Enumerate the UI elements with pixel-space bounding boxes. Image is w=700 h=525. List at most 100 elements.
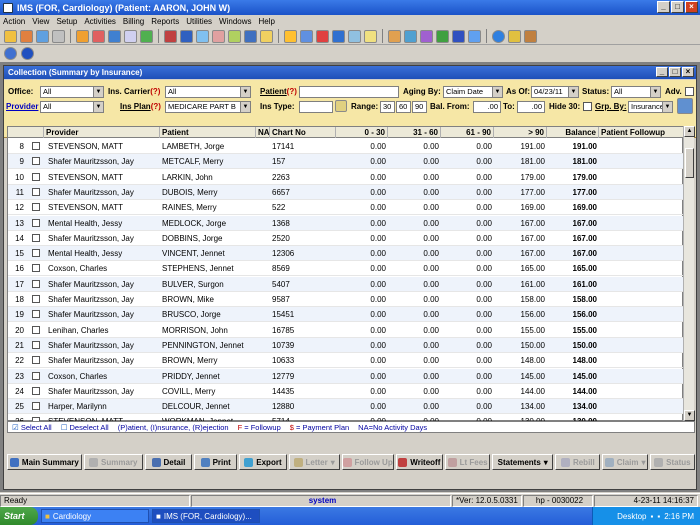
menu-activities[interactable]: Activities bbox=[84, 17, 116, 26]
report-icon[interactable] bbox=[284, 29, 297, 43]
statements-button[interactable]: Statements ▾ bbox=[492, 454, 554, 470]
search-icon[interactable] bbox=[36, 29, 49, 43]
provider-select[interactable]: All ▼ bbox=[40, 101, 104, 113]
table-row[interactable]: 18 Shafer Mauritzsson, Jay BROWN, Mike 9587… bbox=[8, 292, 684, 307]
status-button[interactable]: Status bbox=[649, 454, 696, 470]
deselect-all-link[interactable]: ☐ Deselect All bbox=[61, 423, 109, 432]
bal-to-input[interactable]: .00 bbox=[517, 101, 545, 113]
row-checkbox[interactable] bbox=[32, 203, 40, 212]
select-all-link[interactable]: ☑ Select All bbox=[12, 423, 52, 432]
table-row[interactable]: 23 Coxson, Charles PRIDDY, Jennet 12779 0.00… bbox=[8, 368, 684, 384]
print-button[interactable]: Print bbox=[194, 454, 238, 470]
range-3-input[interactable]: 90 bbox=[412, 101, 427, 113]
import-icon[interactable] bbox=[404, 29, 417, 43]
eligibility-icon[interactable] bbox=[244, 29, 257, 43]
letter-button[interactable]: Letter ▾ bbox=[288, 454, 340, 470]
status-select[interactable]: All ▼ bbox=[611, 86, 661, 98]
statement-icon[interactable] bbox=[260, 29, 273, 43]
mail-icon[interactable] bbox=[300, 29, 313, 43]
scroll-down-icon[interactable]: ▼ bbox=[684, 410, 695, 421]
header-31-60[interactable]: 31 - 60 bbox=[388, 127, 441, 138]
alert-icon[interactable] bbox=[316, 29, 329, 43]
provider-label[interactable]: Provider bbox=[6, 102, 38, 111]
row-checkbox[interactable] bbox=[32, 279, 40, 288]
header-na[interactable]: NA bbox=[256, 127, 270, 138]
header-balance[interactable]: Balance bbox=[547, 127, 599, 138]
calendar-icon[interactable] bbox=[52, 29, 65, 43]
insurance-icon[interactable] bbox=[228, 29, 241, 43]
row-checkbox[interactable] bbox=[32, 249, 40, 258]
cancel-icon[interactable] bbox=[21, 47, 34, 60]
document-icon[interactable] bbox=[124, 29, 137, 43]
header-0-30[interactable]: 0 - 30 bbox=[336, 127, 388, 138]
chart-icon[interactable] bbox=[92, 29, 105, 43]
menu-billing[interactable]: Billing bbox=[123, 17, 144, 26]
folder-icon[interactable] bbox=[76, 29, 89, 43]
bal-from-input[interactable]: .00 bbox=[473, 101, 501, 113]
table-row[interactable]: 25 Harper, Marilynn DELCOUR, Jennet 12880 0.… bbox=[8, 399, 684, 415]
ins-carrier-lookup-link[interactable]: (?) bbox=[150, 87, 160, 96]
start-button[interactable]: Start bbox=[0, 507, 38, 525]
header-chart-no[interactable]: Chart No bbox=[270, 127, 336, 138]
table-row[interactable]: 21 Shafer Mauritzsson, Jay PENNINGTON, Jen… bbox=[8, 337, 684, 353]
excel-icon[interactable] bbox=[436, 29, 449, 43]
taskbar-item-ims[interactable]: ■ IMS (FOR, Cardiology)... bbox=[152, 509, 260, 523]
tools-icon[interactable] bbox=[420, 29, 433, 43]
table-row[interactable]: 22 Shafer Mauritzsson, Jay BROWN, Merry 106… bbox=[8, 353, 684, 369]
table-row[interactable]: 13 Mental Health, Jessy MEDLOCK, Jorge 1368… bbox=[8, 215, 684, 231]
menu-help[interactable]: Help bbox=[259, 17, 275, 26]
table-row[interactable]: 8 STEVENSON, MATT LAMBETH, Jorge 17141 0.00 0… bbox=[8, 139, 684, 154]
claim-button[interactable]: Claim ▾ bbox=[602, 454, 648, 470]
row-checkbox[interactable] bbox=[32, 340, 40, 349]
table-row[interactable]: 17 Shafer Mauritzsson, Jay BULVER, Surgon 5… bbox=[8, 276, 684, 292]
aging-by-select[interactable]: Claim Date ▼ bbox=[443, 86, 503, 98]
lock-icon[interactable] bbox=[508, 29, 521, 43]
scroll-thumb[interactable] bbox=[685, 148, 694, 178]
menu-view[interactable]: View bbox=[32, 17, 49, 26]
table-row[interactable]: 19 Shafer Mauritzsson, Jay BRUSCO, Jorge 15… bbox=[8, 307, 684, 323]
image-icon[interactable] bbox=[364, 29, 377, 43]
row-checkbox[interactable] bbox=[32, 264, 40, 273]
patient-icon[interactable] bbox=[20, 29, 33, 43]
header-over-90[interactable]: > 90 bbox=[494, 127, 547, 138]
row-checkbox[interactable] bbox=[32, 402, 40, 411]
adv-checkbox[interactable] bbox=[685, 87, 694, 96]
minimize-button[interactable]: _ bbox=[657, 1, 670, 13]
child-close-button[interactable]: × bbox=[682, 67, 694, 77]
close-button[interactable]: × bbox=[685, 1, 698, 13]
main-summary-button[interactable]: Main Summary bbox=[7, 454, 82, 470]
summary-button[interactable]: Summary bbox=[83, 454, 143, 470]
table-row[interactable]: 16 Coxson, Charles STEPHENS, Jennet 8569 0.0… bbox=[8, 261, 684, 277]
desktop-toolbar-label[interactable]: Desktop bbox=[617, 512, 646, 521]
table-row[interactable]: 14 Shafer Mauritzsson, Jay DOBBINS, Jorge 2… bbox=[8, 231, 684, 246]
hide30-checkbox[interactable] bbox=[583, 102, 592, 111]
row-checkbox[interactable] bbox=[32, 187, 40, 196]
row-checkbox[interactable] bbox=[32, 218, 40, 227]
refresh-icon[interactable] bbox=[4, 47, 17, 60]
row-checkbox[interactable] bbox=[32, 233, 40, 242]
detail-button[interactable]: Detail bbox=[144, 454, 193, 470]
ins-carrier-select[interactable]: All ▼ bbox=[165, 86, 251, 98]
table-row[interactable]: 9 Shafer Mauritzsson, Jay METCALF, Merry 15… bbox=[8, 154, 684, 170]
menu-utilities[interactable]: Utilities bbox=[186, 17, 212, 26]
header-patient-followup[interactable]: Patient Followup bbox=[599, 127, 684, 138]
run-search-icon[interactable] bbox=[677, 98, 693, 114]
ins-plan-lookup-link[interactable]: (?) bbox=[151, 102, 161, 111]
row-checkbox[interactable] bbox=[32, 142, 40, 150]
as-of-date-input[interactable]: 04/23/11 ▼ bbox=[531, 86, 579, 98]
header-61-90[interactable]: 61 - 90 bbox=[441, 127, 494, 138]
exit-icon[interactable] bbox=[524, 29, 537, 43]
export-button[interactable]: Export bbox=[239, 454, 287, 470]
row-checkbox[interactable] bbox=[32, 356, 40, 365]
row-checkbox[interactable] bbox=[32, 371, 40, 380]
table-row[interactable]: 24 Shafer Mauritzsson, Jay COVILL, Merry 14… bbox=[8, 384, 684, 399]
maximize-button[interactable]: □ bbox=[671, 1, 684, 13]
appointment-icon[interactable] bbox=[4, 29, 17, 43]
grp-by-select[interactable]: Insurance ▼ bbox=[628, 101, 673, 113]
row-checkbox[interactable] bbox=[32, 172, 40, 181]
menu-action[interactable]: Action bbox=[3, 17, 25, 26]
table-row[interactable]: 20 Lenihan, Charles MORRISON, John 16785 0.0… bbox=[8, 323, 684, 338]
range-2-input[interactable]: 60 bbox=[396, 101, 411, 113]
word-icon[interactable] bbox=[452, 29, 465, 43]
ins-type-input[interactable] bbox=[299, 101, 333, 113]
